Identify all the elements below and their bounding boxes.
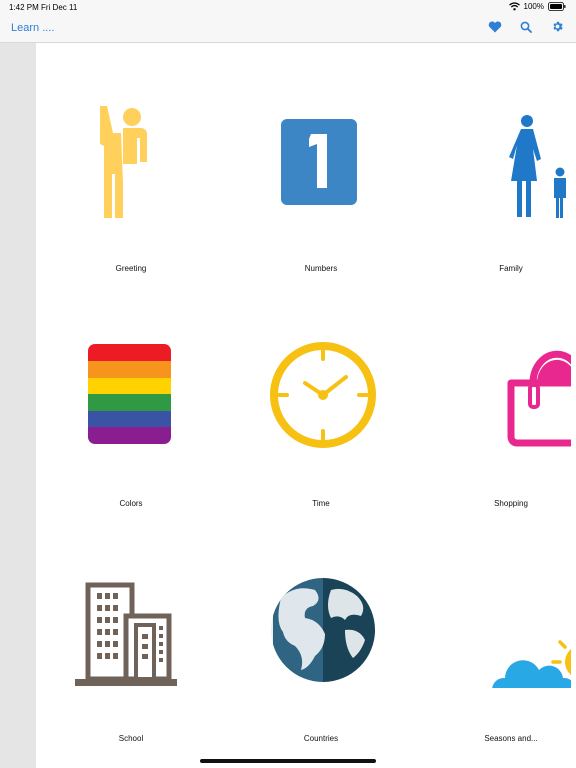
category-tile-colors[interactable]: Colors	[36, 278, 226, 508]
search-icon	[520, 20, 532, 38]
category-label: Seasons and...	[484, 734, 538, 743]
battery-icon	[548, 2, 566, 11]
category-label: Colors	[119, 499, 143, 508]
cloud-sun-icon	[451, 568, 576, 702]
category-tile-time[interactable]: Time	[226, 278, 416, 508]
category-tile-numbers[interactable]: Numbers	[226, 43, 416, 273]
wifi-icon	[508, 2, 520, 11]
battery-percent: 100%	[523, 2, 544, 11]
category-tile-countries[interactable]: Countries	[226, 513, 416, 743]
building-icon	[71, 568, 191, 688]
category-label: Numbers	[304, 264, 338, 273]
category-grid: Greeting Numbers Family Colors Time Shop…	[36, 43, 576, 768]
category-tile-shopping[interactable]: Shopping	[416, 278, 576, 508]
clock-icon	[261, 333, 381, 453]
navigation-bar: Learn ....	[0, 14, 576, 43]
number-one-icon	[261, 98, 381, 218]
status-time: 1:42 PM	[9, 3, 39, 12]
globe-icon	[261, 568, 381, 688]
heart-icon	[488, 20, 502, 38]
category-label: Time	[312, 499, 330, 508]
category-label: Shopping	[494, 499, 528, 508]
category-label: Countries	[303, 734, 339, 743]
category-tile-seasons[interactable]: Seasons and...	[416, 513, 576, 743]
family-icon	[451, 98, 576, 220]
back-title-button[interactable]: Learn ....	[11, 22, 54, 34]
category-label: Family	[499, 264, 523, 273]
home-indicator[interactable]	[200, 759, 376, 763]
category-tile-greeting[interactable]: Greeting	[36, 43, 226, 273]
status-date: Fri Dec 11	[41, 3, 78, 12]
status-right: 100%	[508, 2, 566, 11]
rainbow-stripes-icon	[71, 333, 191, 453]
settings-button[interactable]	[548, 20, 566, 38]
favorites-button[interactable]	[486, 20, 504, 38]
category-tile-family[interactable]: Family	[416, 43, 576, 273]
split-view-sidebar-strip	[0, 43, 36, 768]
category-label: School	[118, 734, 144, 743]
status-bar: 1:42 PM Fri Dec 11 100%	[0, 0, 576, 14]
waving-person-icon	[71, 98, 191, 218]
category-label: Greeting	[115, 264, 147, 273]
search-button[interactable]	[517, 20, 535, 38]
category-tile-school[interactable]: School	[36, 513, 226, 743]
gear-icon	[551, 20, 564, 38]
shopping-bag-icon	[451, 333, 576, 453]
